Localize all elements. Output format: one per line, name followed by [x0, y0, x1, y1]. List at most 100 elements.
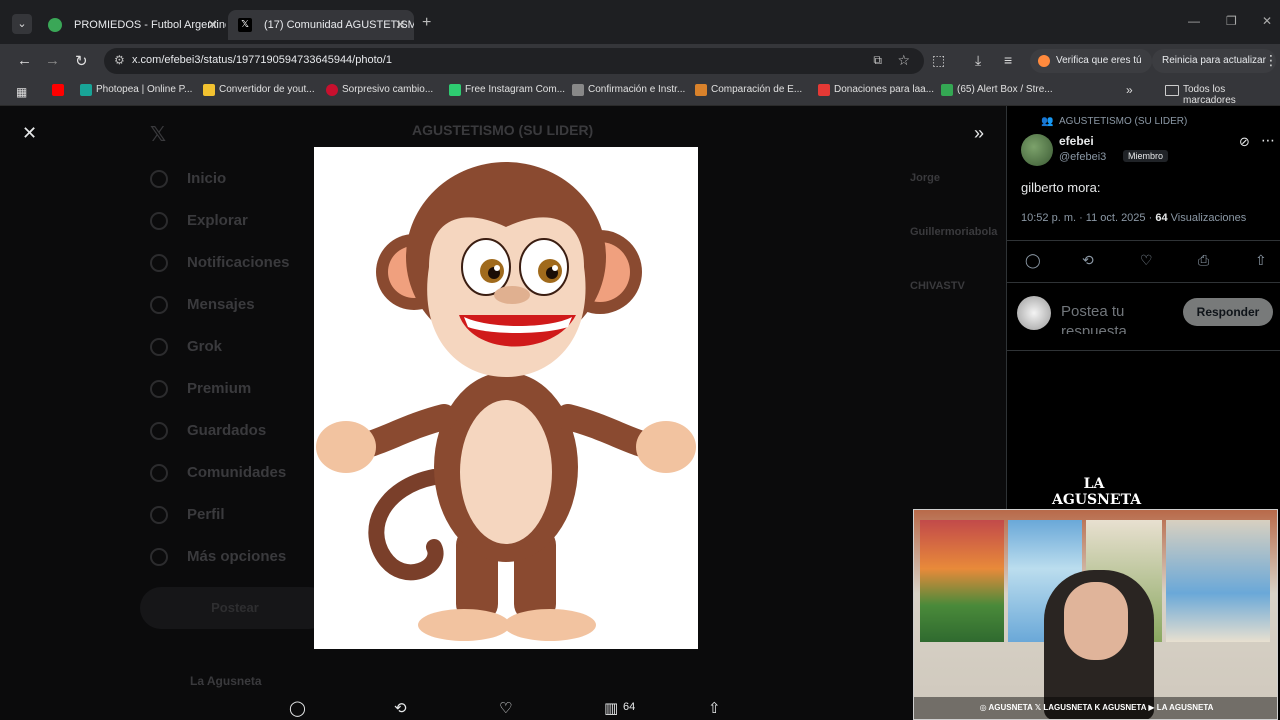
bookmark-label: Donaciones para laa... [834, 84, 935, 95]
tab-promiedos[interactable]: PROMIEDOS - Futbol Argentino ✕ [38, 10, 226, 40]
streamer-face [1064, 582, 1128, 660]
explore-icon [150, 212, 168, 230]
downloads-icon[interactable]: ⤓ [975, 52, 981, 69]
link-icon [572, 84, 584, 96]
bookmark-label: Confirmación e Instr... [588, 84, 686, 95]
extensions-icon[interactable]: ⬚ [932, 52, 945, 69]
new-tab-icon[interactable]: + [422, 14, 431, 32]
minimize-icon[interactable]: — [1188, 14, 1200, 28]
panel-reply-icon[interactable]: ◯ [1025, 252, 1041, 269]
restart-label: Reinicia para actualizar [1162, 55, 1266, 66]
address-bar[interactable]: ⚙ x.com/efebei3/status/19771905947336459… [104, 48, 924, 74]
bookmark-sorpresivo[interactable]: Sorpresivo cambio... [326, 84, 434, 96]
ghost-side-name: CHIVASTV [910, 280, 965, 292]
la-agusneta-logo: LA AGUSNETA [1052, 476, 1141, 532]
grok-explain-icon[interactable]: ⊘ [1239, 134, 1250, 150]
home-icon [150, 170, 168, 188]
member-badge: Miembro [1123, 150, 1169, 162]
bookmarks-icon [150, 422, 168, 440]
instagram-tool-icon [449, 84, 461, 96]
post-views-count: 64 [1155, 212, 1168, 224]
panel-share-icon[interactable]: ⇧ [1255, 252, 1267, 269]
ghost-post-button: Postear [140, 587, 330, 629]
bookmark-instagram[interactable]: Free Instagram Com... [449, 84, 565, 96]
verify-label: Verifica que eres tú [1056, 55, 1142, 66]
close-tab-icon[interactable]: ✕ [395, 10, 406, 40]
alertbox-icon [941, 84, 953, 96]
reload-icon[interactable]: ↻ [75, 52, 88, 70]
forward-icon[interactable]: → [45, 52, 60, 69]
bookmark-photopea[interactable]: Photopea | Online P... [80, 84, 193, 96]
panel-bookmark-icon[interactable]: ⎙ [1198, 252, 1209, 269]
back-icon[interactable]: ← [17, 52, 32, 69]
views-icon[interactable]: ▥ [604, 699, 618, 717]
avatar[interactable] [1021, 134, 1053, 166]
tab-search-button[interactable]: ⌄ [12, 14, 32, 34]
verify-identity-button[interactable]: Verifica que eres tú [1030, 49, 1152, 73]
reply-avatar [1017, 296, 1051, 330]
cartoon-monkey-illustration [316, 162, 696, 641]
collapse-panel-icon[interactable]: » [974, 123, 984, 144]
ghost-account-name: La Agusneta [190, 674, 262, 688]
browser-menu-icon[interactable]: ⋮ [1264, 52, 1278, 69]
share-icon[interactable]: ⇧ [708, 699, 721, 717]
photopea-icon [80, 84, 92, 96]
bookmark-donaciones[interactable]: Donaciones para laa... [818, 84, 935, 96]
panel-repost-icon[interactable]: ⟲ [1082, 252, 1094, 269]
ghost-side-name: Guillermoriabola [910, 226, 998, 238]
divider [1007, 282, 1280, 283]
media-control-icon[interactable]: ≡ [1004, 52, 1012, 68]
all-bookmarks-folder[interactable]: Todos los marcadores [1165, 84, 1280, 106]
panel-like-icon[interactable]: ♡ [1140, 252, 1153, 269]
post-meta: 10:52 p. m. · 11 oct. 2025 · 64 Visualiz… [1021, 212, 1246, 224]
bookmark-star-icon[interactable]: ☆ [897, 52, 910, 69]
poster-team [1166, 520, 1270, 642]
news-icon [326, 84, 338, 96]
reply-button[interactable]: Responder [1183, 298, 1273, 326]
community-icon: 👥 [1041, 116, 1054, 127]
nav-communities: Comunidades [187, 464, 287, 481]
webcam-overlay: ◎ AGUSNETA 𝕏 LAGUSNETA K AGUSNETA ▶ LA A… [913, 509, 1278, 720]
profile-icon [150, 506, 168, 524]
tab-bar: ⌄ PROMIEDOS - Futbol Argentino ✕ 𝕏 (17) … [0, 0, 1280, 44]
maximize-icon[interactable]: ❐ [1226, 14, 1237, 28]
post-time: 10:52 p. m. · 11 oct. 2025 · [1021, 212, 1156, 224]
site-info-icon[interactable]: ⚙ [114, 53, 125, 67]
restart-update-button[interactable]: Reinicia para actualizar [1152, 49, 1276, 73]
close-viewer-icon[interactable]: ✕ [22, 123, 37, 144]
more-bookmarks-icon[interactable]: » [1126, 83, 1133, 97]
bookmark-convertidor[interactable]: Convertidor de yout... [203, 84, 315, 96]
community-name[interactable]: AGUSTETISMO (SU LIDER) [1059, 116, 1187, 127]
nav-grok: Grok [187, 338, 223, 355]
author-handle[interactable]: @efebei3 [1059, 151, 1106, 163]
bookmark-label: Photopea | Online P... [96, 84, 193, 95]
author-display-name[interactable]: efebei [1059, 134, 1094, 148]
install-app-icon[interactable]: ⧉ [873, 53, 882, 68]
post-views-label: Visualizaciones [1167, 212, 1247, 224]
x-favicon-icon: 𝕏 [238, 18, 252, 32]
bookmark-label: Convertidor de yout... [219, 84, 315, 95]
bookmark-label: Sorpresivo cambio... [342, 84, 434, 95]
tab-comunidad[interactable]: 𝕏 (17) Comunidad AGUSTETISMO ✕ [228, 10, 414, 40]
apps-grid-icon[interactable]: ▦ [16, 85, 27, 99]
repost-icon[interactable]: ⟲ [394, 699, 407, 717]
poster-stadium [920, 520, 1004, 642]
social-handles: ◎ AGUSNETA 𝕏 LAGUSNETA K AGUSNETA ▶ LA A… [914, 697, 1277, 719]
ghost-side-name: Jorge [910, 172, 940, 184]
post-photo[interactable] [314, 147, 698, 649]
bookmark-alertbox[interactable]: (65) Alert Box / Stre... [941, 84, 1053, 96]
like-icon[interactable]: ♡ [499, 699, 512, 717]
more-icon[interactable]: ⋯ [1261, 132, 1275, 149]
reply-input[interactable]: Postea tu respuesta [1061, 302, 1171, 334]
ghost-community-header: AGUSTETISMO (SU LIDER) [412, 122, 594, 138]
comparison-icon [695, 84, 707, 96]
promiedos-favicon-icon [48, 18, 62, 32]
bookmark-comparacion[interactable]: Comparación de E... [695, 84, 802, 96]
window-close-icon[interactable]: ✕ [1262, 14, 1272, 28]
donation-icon [818, 84, 830, 96]
bookmark-confirmacion[interactable]: Confirmación e Instr... [572, 84, 686, 96]
nav-messages: Mensajes [187, 296, 255, 313]
nav-more-options: Más opciones [187, 548, 287, 565]
reply-icon[interactable]: ◯ [289, 699, 306, 717]
close-tab-icon[interactable]: ✕ [207, 10, 218, 40]
